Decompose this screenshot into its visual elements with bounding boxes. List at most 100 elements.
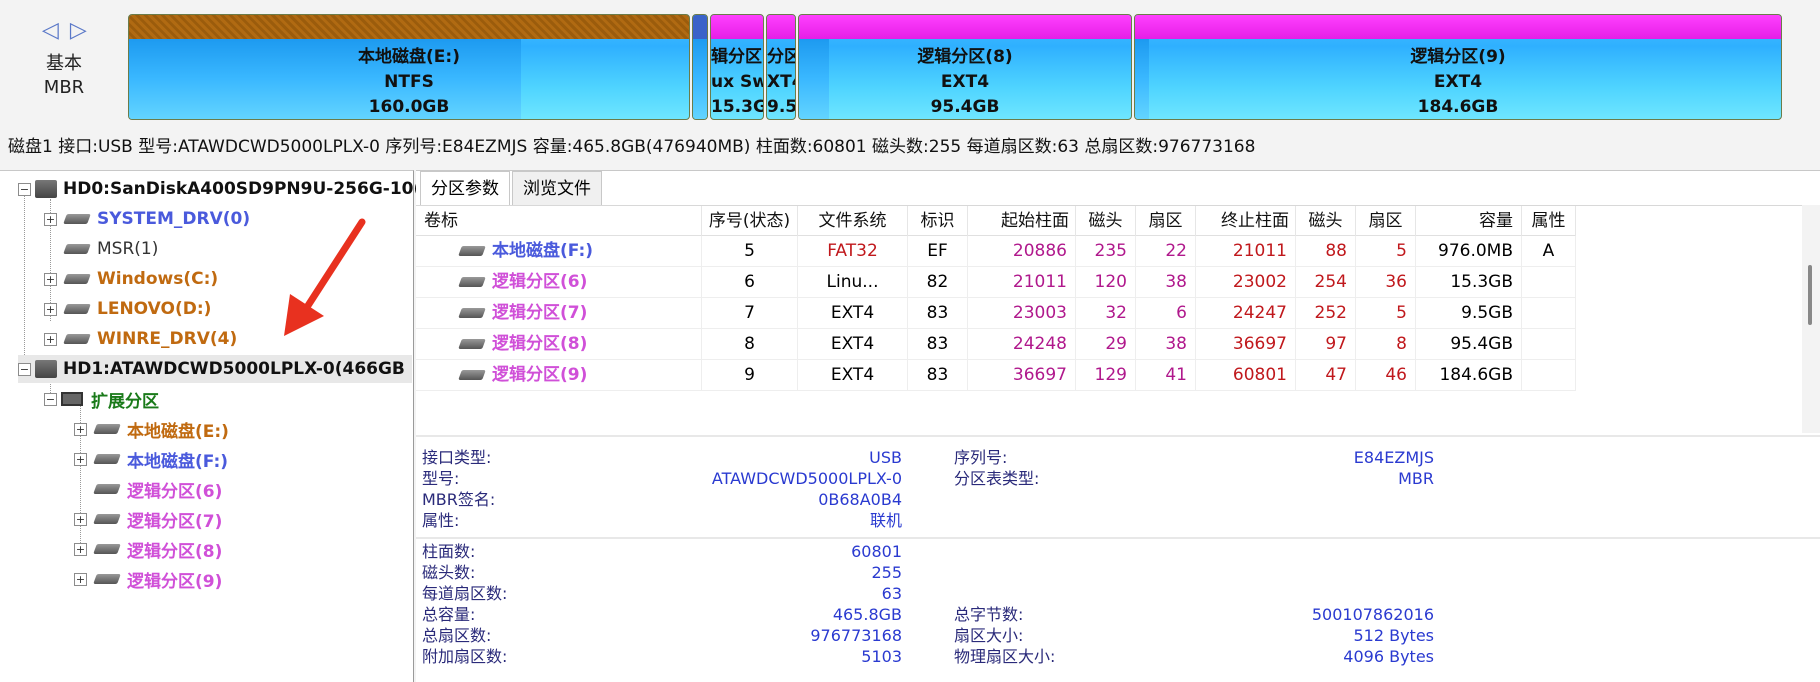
disk-segment-f[interactable]: [692, 14, 708, 120]
partition-table: 卷标 序号(状态) 文件系统 标识 起始柱面 磁头 扇区 终止柱面 磁头 扇区 …: [416, 205, 1802, 433]
partition-icon: [93, 544, 121, 554]
partition-icon: [458, 370, 486, 380]
cell-id: 83: [908, 360, 968, 391]
partition-icon: [63, 334, 91, 344]
model-value: ATAWDCWD5000LPLX-0: [711, 469, 902, 488]
tree-item-e[interactable]: + 本地磁盘(E:): [74, 415, 229, 443]
cell-id: 83: [908, 298, 968, 329]
cell-es: 8: [1356, 329, 1416, 360]
partition-icon: [458, 308, 486, 318]
partition-icon: [458, 339, 486, 349]
expand-icon[interactable]: +: [44, 332, 57, 346]
expand-icon[interactable]: +: [74, 542, 87, 556]
table-row[interactable]: 逻辑分区(9) 9 EXT4 83 36697 129 41 60801 47 46 184.6GB: [416, 360, 1576, 391]
expand-icon[interactable]: +: [74, 572, 87, 586]
col-start-sector[interactable]: 扇区: [1136, 206, 1196, 236]
expand-icon[interactable]: +: [74, 452, 87, 466]
tree-item-winre[interactable]: + WINRE_DRV(4): [44, 325, 237, 353]
mbr-sig-value: 0B68A0B4: [818, 490, 902, 509]
disk-segment-6[interactable]: 辑分区 ux Sw 15.3GB: [710, 14, 764, 120]
table-row[interactable]: 逻辑分区(6) 6 Linu... 82 21011 120 38 23002 254 36 15.…: [416, 267, 1576, 298]
disk-segment-9[interactable]: 逻辑分区(9) EXT4 184.6GB: [1134, 14, 1782, 120]
expand-icon[interactable]: +: [74, 512, 87, 526]
tree-item-logical-7[interactable]: + 逻辑分区(7): [74, 505, 222, 533]
cell-eh: 254: [1296, 267, 1356, 298]
expand-icon[interactable]: +: [44, 302, 57, 316]
tree-item-label: 逻辑分区(6): [127, 481, 223, 502]
col-id[interactable]: 标识: [908, 206, 968, 236]
expand-icon[interactable]: +: [44, 212, 57, 226]
tree-item-logical-8[interactable]: + 逻辑分区(8): [74, 535, 222, 563]
cell-num: 5: [702, 236, 798, 267]
total-cap-value: 465.8GB: [832, 605, 902, 624]
col-attr[interactable]: 属性: [1522, 206, 1576, 236]
tree-item-extended[interactable]: − 扩展分区: [44, 385, 159, 413]
tree-item-msr[interactable]: MSR(1): [61, 235, 158, 263]
table-row[interactable]: 逻辑分区(7) 7 EXT4 83 23003 32 6 24247 252 5 9.5GB: [416, 298, 1576, 329]
table-row[interactable]: 逻辑分区(8) 8 EXT4 83 24248 29 38 36697 97 8 95.4GB: [416, 329, 1576, 360]
expand-icon[interactable]: +: [44, 272, 57, 286]
tree-item-lenovo[interactable]: + LENOVO(D:): [44, 295, 211, 323]
collapse-icon[interactable]: −: [18, 362, 31, 376]
disk-segment-e[interactable]: 本地磁盘(E:) NTFS 160.0GB: [128, 14, 690, 120]
partition-icon: [63, 214, 91, 224]
tree-item-windows[interactable]: + Windows(C:): [44, 265, 218, 293]
disk-nav-arrows[interactable]: ◁ ▷: [42, 18, 89, 43]
cell-label: 逻辑分区(9): [416, 360, 702, 391]
segment-fs: NTFS: [384, 72, 434, 92]
cell-sc: 20886: [968, 236, 1076, 267]
disk-segment-7[interactable]: 分区 XT4 9.5G: [766, 14, 796, 120]
cell-id: 83: [908, 329, 968, 360]
tree-item-logical-6[interactable]: 逻辑分区(6): [91, 475, 222, 503]
tree-hd1[interactable]: − HD1:ATAWDCWD5000LPLX-0(466GB: [18, 355, 412, 383]
extra-sectors-value: 5103: [861, 647, 902, 666]
tree-hd1-label: HD1:ATAWDCWD5000LPLX-0(466GB: [63, 359, 405, 379]
partition-icon: [63, 304, 91, 314]
cell-ec: 23002: [1196, 267, 1296, 298]
col-end-sector[interactable]: 扇区: [1356, 206, 1416, 236]
col-capacity[interactable]: 容量: [1416, 206, 1522, 236]
spt-value: 63: [881, 584, 902, 603]
partition-icon: [93, 574, 121, 584]
cell-fs: Linu...: [798, 267, 908, 298]
tree-item-logical-9[interactable]: + 逻辑分区(9): [74, 565, 222, 593]
cell-ss: 38: [1136, 329, 1196, 360]
col-label[interactable]: 卷标: [416, 206, 702, 236]
tree-hd0[interactable]: − HD0:SanDiskA400SD9PN9U-256G-10(: [18, 175, 421, 203]
col-start-head[interactable]: 磁头: [1076, 206, 1136, 236]
segment-fs: EXT4: [940, 72, 990, 92]
hard-disk-icon: [35, 180, 57, 198]
cell-cap: 976.0MB: [1416, 236, 1522, 267]
tree-item-label: 扩展分区: [91, 391, 159, 412]
collapse-icon[interactable]: −: [18, 182, 31, 196]
tree-item-label: SYSTEM_DRV(0): [97, 209, 251, 229]
tab-browse-files[interactable]: 浏览文件: [512, 171, 602, 205]
col-start-cyl[interactable]: 起始柱面: [968, 206, 1076, 236]
cell-cap: 15.3GB: [1416, 267, 1522, 298]
col-end-head[interactable]: 磁头: [1296, 206, 1356, 236]
expand-icon[interactable]: +: [74, 422, 87, 436]
cell-attr: [1522, 298, 1576, 329]
partition-icon: [93, 424, 121, 434]
col-end-cyl[interactable]: 终止柱面: [1196, 206, 1296, 236]
serial-label: 序列号:: [954, 448, 1008, 467]
table-row[interactable]: 本地磁盘(F:) 5 FAT32 EF 20886 235 22 21011 88 5 976.0M…: [416, 236, 1576, 267]
table-scrollbar[interactable]: [1802, 205, 1820, 433]
col-num[interactable]: 序号(状态): [702, 206, 798, 236]
col-fs[interactable]: 文件系统: [798, 206, 908, 236]
cell-cap: 95.4GB: [1416, 329, 1522, 360]
disk-segment-8[interactable]: 逻辑分区(8) EXT4 95.4GB: [798, 14, 1132, 120]
tab-partition-params[interactable]: 分区参数: [420, 171, 510, 205]
serial-value: E84EZMJS: [1353, 448, 1434, 467]
cell-label: 逻辑分区(6): [416, 267, 702, 298]
disk-type: 基本 MBR: [30, 52, 98, 100]
tree-item-f[interactable]: + 本地磁盘(F:): [74, 445, 228, 473]
cell-eh: 97: [1296, 329, 1356, 360]
collapse-icon[interactable]: −: [44, 392, 57, 406]
model-label: 型号:: [422, 469, 460, 488]
disk-properties: 接口类型: USB 型号: ATAWDCWD5000LPLX-0 MBR签名: …: [422, 439, 1522, 535]
segment-size: 95.4GB: [930, 97, 1000, 117]
cell-fs: EXT4: [798, 360, 908, 391]
cell-cap: 184.6GB: [1416, 360, 1522, 391]
tree-item-system-drv[interactable]: + SYSTEM_DRV(0): [44, 205, 250, 233]
